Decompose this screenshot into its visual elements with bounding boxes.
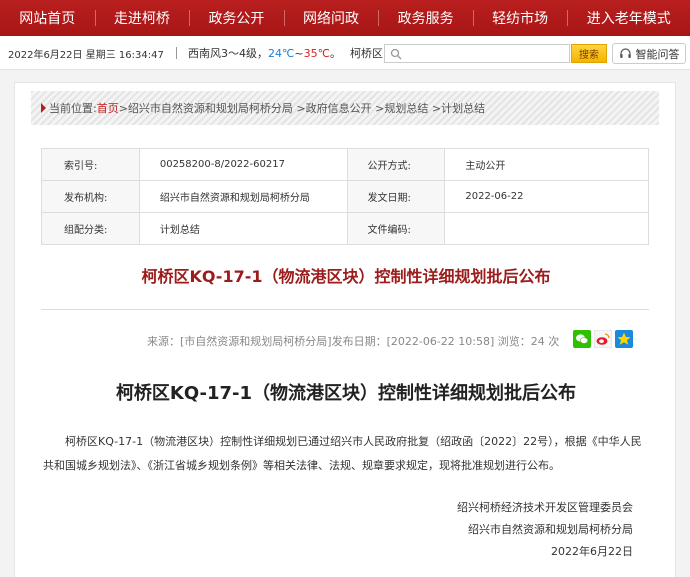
search-button[interactable]: 搜索 <box>571 44 607 63</box>
meta-label: 公开方式: <box>346 148 446 181</box>
smart-qa-button[interactable]: 智能问答 <box>612 43 686 64</box>
divider <box>41 309 649 310</box>
breadcrumb-prefix: 当前位置: <box>49 102 97 115</box>
meta-value: 绍兴市自然资源和规划局柯桥分局 <box>138 180 348 213</box>
content-panel: 当前位置: 首页 >绍兴市自然资源和规划局柯桥分局 >政府信息公开 >规划总结 … <box>14 82 676 577</box>
table-row: 索引号: 00258200-8/2022-60217 公开方式: 主动公开 <box>41 148 649 181</box>
article-title: 柯桥区KQ-17-1（物流港区块）控制性详细规划批后公布 <box>115 383 577 404</box>
signature-org-1: 绍兴柯桥经济技术开发区管理委员会 <box>457 501 633 514</box>
doc-title: 柯桥区KQ-17-1（物流港区块）控制性详细规划批后公布 <box>141 267 551 286</box>
meta-label: 索引号: <box>41 148 140 181</box>
wechat-icon <box>573 330 591 348</box>
source-info: 来源：[市自然资源和规划局柯桥分局]发布日期：[2022-06-22 10:58… <box>147 335 560 348</box>
signature-org-2: 绍兴市自然资源和规划局柯桥分局 <box>468 523 633 536</box>
nav-gov-info[interactable]: 政务公开 <box>189 0 284 36</box>
wechat-share-button[interactable] <box>573 330 591 348</box>
nav-home[interactable]: 网站首页 <box>0 0 95 36</box>
weather-info: 西南风3～4级，24℃~35℃。 <box>188 45 341 61</box>
table-row: 组配分类: 计划总结 文件编码: <box>41 212 649 245</box>
meta-label: 发布机构: <box>41 180 140 213</box>
nav-gov-service[interactable]: 政务服务 <box>378 0 473 36</box>
current-datetime: 2022年6月22日 星期三 16:34:47 <box>8 50 164 61</box>
weather-wind: 西南风3～4级， <box>188 47 268 60</box>
nav-elderly-mode[interactable]: 进入老年模式 <box>567 0 690 36</box>
qzone-icon <box>615 330 633 348</box>
temp-high: 35℃ <box>303 47 330 60</box>
divider <box>176 47 177 59</box>
meta-value: 00258200-8/2022-60217 <box>138 148 348 181</box>
headset-icon <box>619 48 631 58</box>
breadcrumb-home-link[interactable]: 首页 <box>97 100 119 116</box>
qzone-share-button[interactable] <box>615 330 633 348</box>
table-row: 发布机构: 绍兴市自然资源和规划局柯桥分局 发文日期: 2022-06-22 <box>41 180 649 213</box>
nav-about-keqiao[interactable]: 走进柯桥 <box>94 0 190 36</box>
region-label: 柯桥区( <box>350 47 388 60</box>
top-nav: 网站首页 走进柯桥 政务公开 网络问政 政务服务 轻纺市场 进入老年模式 <box>0 0 690 36</box>
breadcrumb-path[interactable]: >绍兴市自然资源和规划局柯桥分局 >政府信息公开 >规划总结 >计划总结 <box>119 100 485 116</box>
weather-suffix: 。 <box>329 47 341 60</box>
meta-label: 文件编码: <box>346 212 446 245</box>
share-bar <box>573 330 633 348</box>
search-box <box>384 44 570 63</box>
info-bar: 2022年6月22日 星期三 16:34:47 西南风3～4级，24℃~35℃。… <box>0 36 690 70</box>
meta-table: 索引号: 00258200-8/2022-60217 公开方式: 主动公开 发布… <box>41 148 649 245</box>
breadcrumb-marker <box>41 103 46 113</box>
nav-textile-market[interactable]: 轻纺市场 <box>472 0 568 36</box>
temp-low: 24℃ <box>268 47 295 60</box>
signature-date: 2022年6月22日 <box>551 545 633 558</box>
meta-label: 发文日期: <box>346 180 446 213</box>
search-icon <box>390 48 402 59</box>
smart-qa-label: 智能问答 <box>635 47 680 61</box>
article-body: 柯桥区KQ-17-1（物流港区块）控制性详细规划已通过绍兴市人民政府批复（绍政函… <box>43 435 642 472</box>
temp-sep: ~ <box>294 47 304 60</box>
meta-value: 2022-06-22 <box>444 180 649 213</box>
nav-online-inquiry[interactable]: 网络问政 <box>283 0 379 36</box>
search-input[interactable] <box>402 45 569 62</box>
weibo-share-button[interactable] <box>594 330 612 348</box>
meta-value <box>444 212 649 245</box>
weibo-icon <box>594 330 612 348</box>
meta-value: 计划总结 <box>138 212 348 245</box>
breadcrumb: 当前位置: 首页 >绍兴市自然资源和规划局柯桥分局 >政府信息公开 >规划总结 … <box>31 91 659 125</box>
meta-value: 主动公开 <box>444 148 649 181</box>
meta-label: 组配分类: <box>41 212 140 245</box>
